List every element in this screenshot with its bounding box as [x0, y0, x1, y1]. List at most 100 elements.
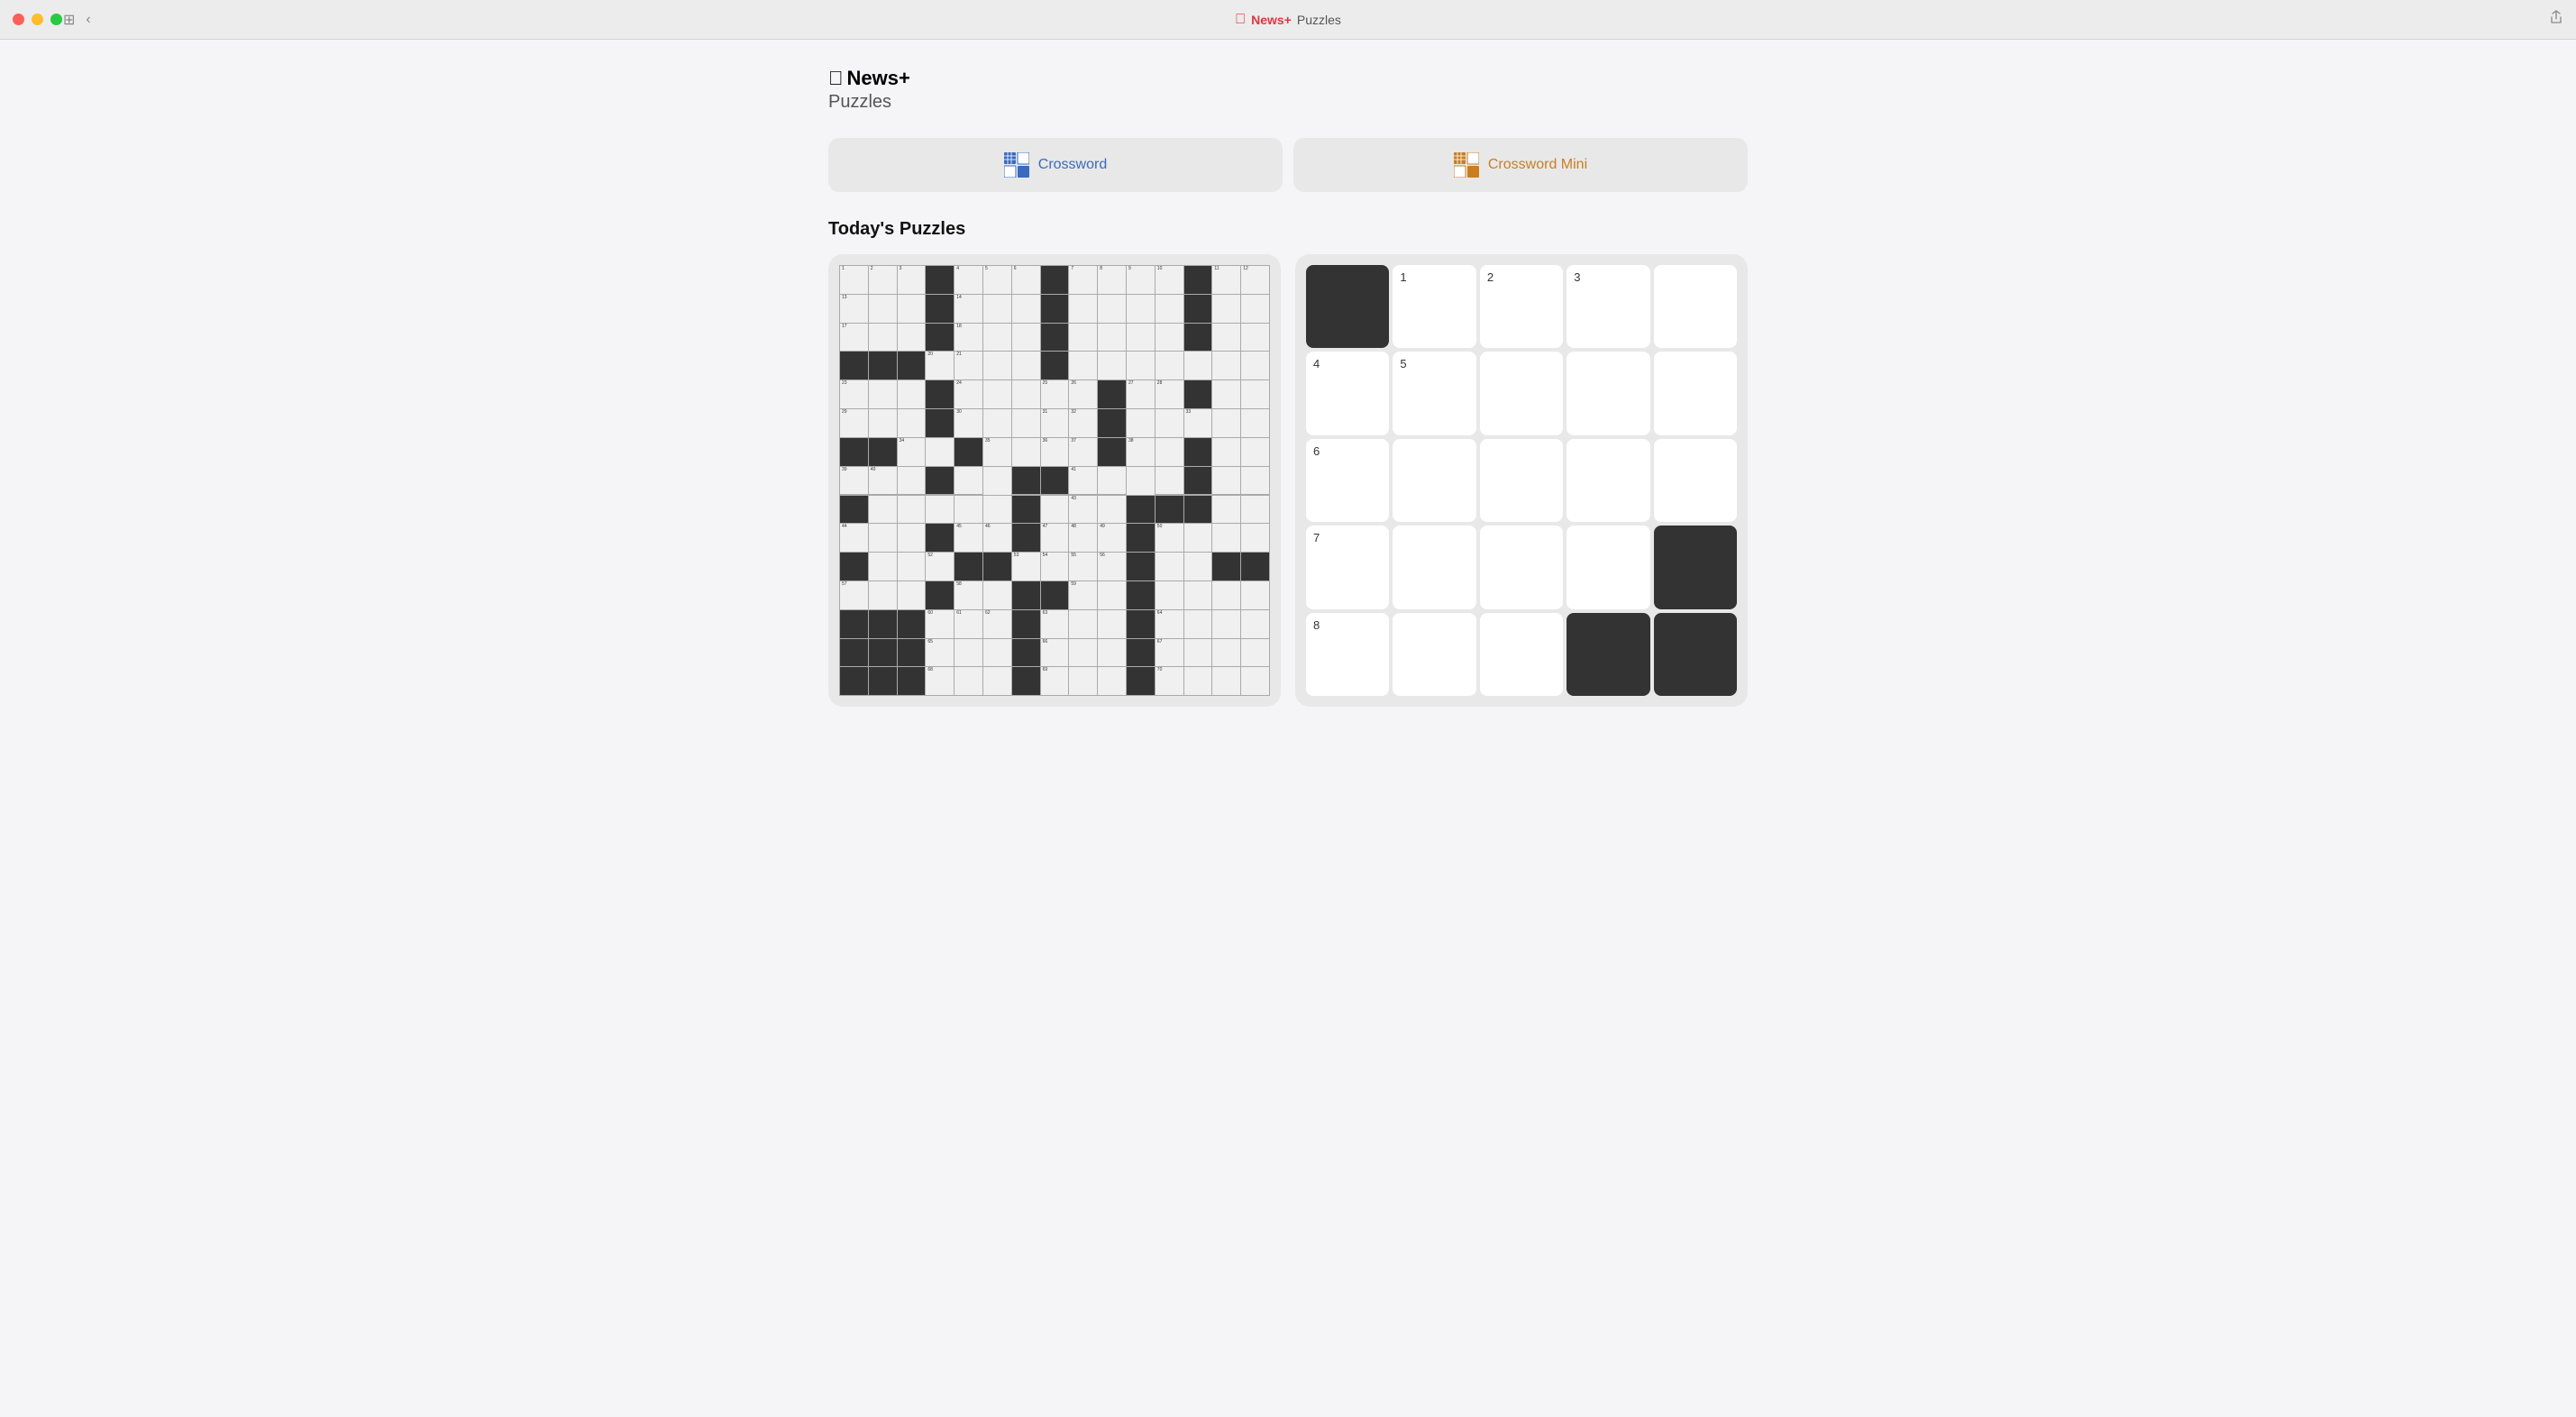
cell-number: 58	[956, 582, 962, 587]
cw-cell	[840, 667, 868, 695]
cell-number: 69	[1043, 668, 1048, 672]
cw-cell	[1156, 295, 1183, 323]
cw-cell	[898, 639, 926, 667]
cell-number: 31	[1043, 410, 1048, 415]
cw-cell	[898, 380, 926, 408]
cell-number: 68	[927, 668, 933, 672]
close-button[interactable]	[13, 14, 24, 25]
cw-cell: 40	[869, 467, 897, 495]
cw-cell: 49	[1098, 524, 1126, 552]
cw-cell	[1069, 667, 1097, 695]
cw-cell: 4	[955, 266, 982, 294]
cw-cell	[1069, 639, 1097, 667]
mini-crossword-puzzle-card[interactable]: 12345678	[1295, 254, 1748, 707]
cw-cell	[1098, 438, 1126, 466]
cw-cell	[1041, 467, 1069, 495]
cell-number: 48	[1071, 525, 1076, 529]
cell-number: 38	[1128, 439, 1134, 443]
mini-cell	[1480, 526, 1563, 608]
cw-cell	[983, 352, 1011, 379]
cw-cell: 56	[1098, 553, 1126, 581]
cw-cell	[869, 553, 897, 581]
cw-cell: 17	[840, 324, 868, 352]
cw-cell	[1212, 524, 1240, 552]
cw-cell	[1098, 639, 1126, 667]
cell-number: 57	[842, 582, 847, 587]
cw-cell	[1098, 496, 1126, 524]
cw-cell: 39	[840, 467, 868, 495]
cw-cell: 34	[898, 438, 926, 466]
cw-cell: 10	[1156, 266, 1183, 294]
back-icon[interactable]: ‹	[86, 12, 90, 28]
cw-cell	[1069, 352, 1097, 379]
cw-cell	[1212, 380, 1240, 408]
cw-cell: 14	[955, 295, 982, 323]
titlebar: ⊞ ‹  News+ Puzzles	[0, 0, 2576, 40]
cell-number: 4	[956, 267, 959, 271]
apple-logo-icon: 	[1235, 12, 1246, 28]
cw-cell	[1212, 324, 1240, 352]
cell-number: 29	[842, 410, 847, 415]
cw-cell: 7	[1069, 266, 1097, 294]
cw-cell	[1184, 438, 1212, 466]
mini-cell	[1567, 613, 1649, 696]
cw-cell	[926, 409, 954, 437]
cw-cell	[898, 524, 926, 552]
cw-cell	[1098, 581, 1126, 609]
cw-cell: 66	[1041, 639, 1069, 667]
cw-cell: 1	[840, 266, 868, 294]
minimize-button[interactable]	[32, 14, 43, 25]
cw-cell	[1184, 639, 1212, 667]
sidebar-icon[interactable]: ⊞	[63, 11, 75, 29]
mini-cell	[1567, 526, 1649, 608]
cw-cell: 35	[983, 438, 1011, 466]
cw-cell: 21	[955, 352, 982, 379]
cw-cell: 11	[1212, 266, 1240, 294]
cw-cell: 63	[1041, 610, 1069, 638]
mini-cell: 7	[1306, 526, 1389, 608]
cw-cell	[869, 295, 897, 323]
app-logo:  News+	[828, 67, 910, 90]
cell-number: 41	[1071, 468, 1076, 472]
mini-cell	[1654, 526, 1737, 608]
cw-cell	[1212, 581, 1240, 609]
cw-cell	[898, 667, 926, 695]
cw-cell	[983, 295, 1011, 323]
crossword-tab[interactable]: Crossword	[828, 138, 1283, 192]
cell-number: 61	[956, 611, 962, 616]
cw-cell: 36	[1041, 438, 1069, 466]
crossword-mini-tab[interactable]: Crossword Mini	[1293, 138, 1748, 192]
fullscreen-button[interactable]	[50, 14, 62, 25]
cw-cell: 3	[898, 266, 926, 294]
cw-cell	[869, 409, 897, 437]
cell-number: 67	[1157, 640, 1163, 645]
cw-cell	[1184, 553, 1212, 581]
cw-cell	[840, 553, 868, 581]
cw-cell	[1127, 581, 1155, 609]
cw-cell	[1127, 467, 1155, 495]
cell-number: 53	[1014, 553, 1019, 558]
cell-number: 26	[1071, 381, 1076, 386]
cw-cell: 26	[1069, 380, 1097, 408]
share-icon[interactable]	[2549, 10, 2563, 29]
crossword-puzzle-card[interactable]: 1234567891011121314171820212324252627282…	[828, 254, 1281, 707]
titlebar-puzzles: Puzzles	[1297, 13, 1341, 27]
cell-number: 47	[1043, 525, 1048, 529]
cw-cell	[1156, 409, 1183, 437]
cw-cell: 27	[1127, 380, 1155, 408]
cw-cell	[1127, 639, 1155, 667]
cw-cell: 48	[1069, 524, 1097, 552]
cw-cell	[1012, 610, 1040, 638]
cw-cell	[1184, 295, 1212, 323]
cw-cell	[1041, 581, 1069, 609]
cell-number: 3	[900, 267, 902, 271]
cw-cell	[1127, 496, 1155, 524]
mini-cell	[1393, 526, 1475, 608]
cw-cell	[1069, 610, 1097, 638]
cw-cell: 57	[840, 581, 868, 609]
cw-cell: 50	[1156, 524, 1183, 552]
cw-cell	[926, 496, 954, 524]
cw-cell	[1012, 380, 1040, 408]
cw-cell	[955, 639, 982, 667]
cw-cell	[983, 409, 1011, 437]
